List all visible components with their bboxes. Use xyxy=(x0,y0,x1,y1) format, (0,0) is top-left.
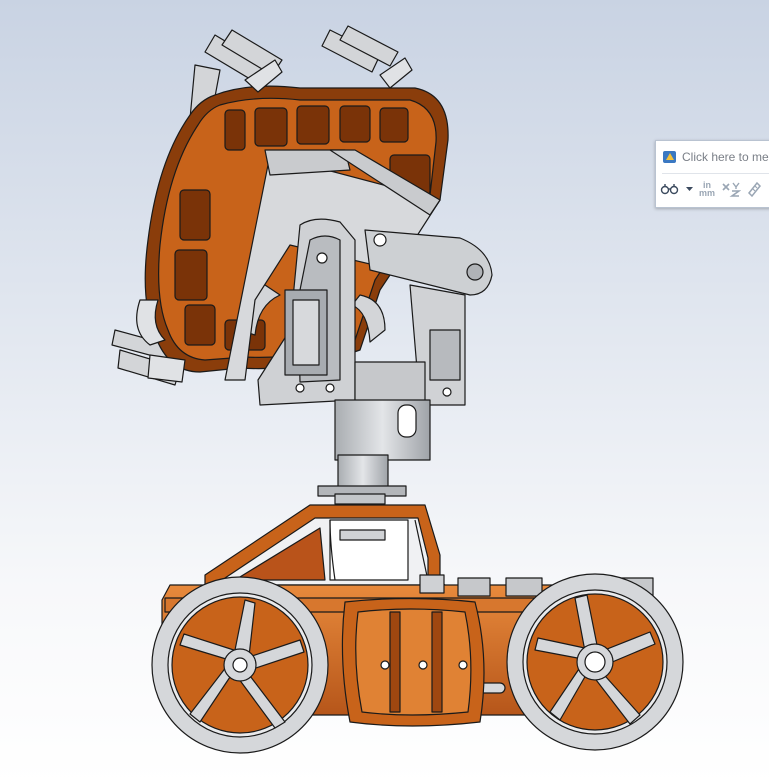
wheel-right xyxy=(506,573,684,751)
units-label-bottom: mm xyxy=(699,188,716,198)
units-button[interactable]: in mm xyxy=(699,178,715,200)
xyz-delta-button[interactable] xyxy=(721,178,742,200)
measure-dropdown[interactable] xyxy=(686,178,693,200)
ruler-button[interactable] xyxy=(747,178,762,200)
units-icon: in mm xyxy=(699,181,716,198)
measure-tool-icon xyxy=(660,184,679,195)
hud-app-icon xyxy=(663,151,676,163)
3d-model-viewport[interactable] xyxy=(0,0,769,784)
hud-divider xyxy=(662,173,769,174)
front-bumper xyxy=(341,597,485,727)
hud-prompt-text[interactable]: Click here to me xyxy=(682,150,769,164)
measure-tool-button[interactable] xyxy=(660,178,680,200)
robot-assembly-model xyxy=(111,25,684,754)
wheel-left xyxy=(151,576,329,754)
heads-up-toolbar: Click here to me in mm xyxy=(655,140,769,208)
hud-tools-row: in mm xyxy=(660,177,762,201)
xyz-delta-icon xyxy=(722,182,742,197)
hud-prompt-row[interactable]: Click here to me xyxy=(662,148,769,166)
dropdown-arrow-icon xyxy=(686,187,693,191)
ruler-icon xyxy=(748,181,762,197)
